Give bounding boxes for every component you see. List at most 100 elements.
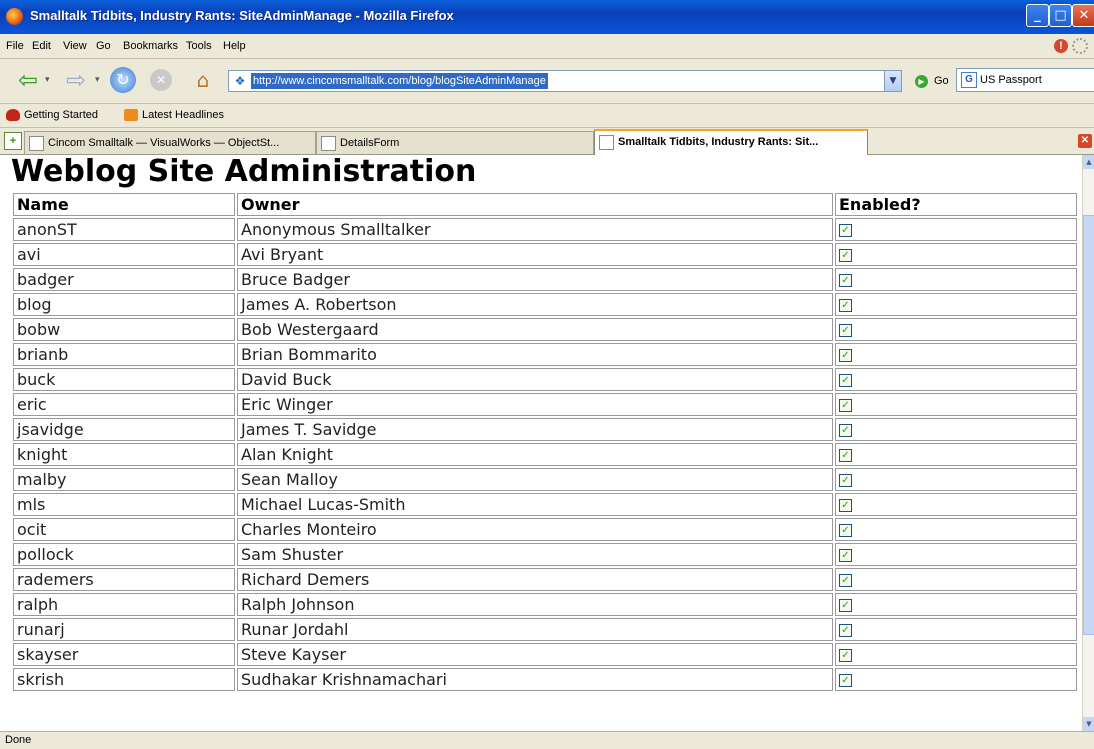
page-content: Weblog Site Administration Name Owner En… bbox=[0, 155, 1082, 731]
site-enabled-cell: ✓ bbox=[835, 668, 1077, 691]
enabled-checkbox[interactable]: ✓ bbox=[839, 649, 852, 662]
scrollbar-thumb[interactable] bbox=[1083, 215, 1094, 635]
table-row: anonST Anonymous Smalltalker ✓ bbox=[13, 218, 1077, 241]
address-bar[interactable]: ❖ http://www.cincomsmalltalk.com/blog/bl… bbox=[228, 70, 902, 92]
status-text: Done bbox=[5, 734, 32, 746]
enabled-checkbox[interactable]: ✓ bbox=[839, 349, 852, 362]
enabled-checkbox[interactable]: ✓ bbox=[839, 374, 852, 387]
table-row: buck David Buck ✓ bbox=[13, 368, 1077, 391]
scroll-down-arrow-icon[interactable]: ▼ bbox=[1083, 717, 1094, 731]
back-button[interactable]: ⇦ bbox=[14, 67, 42, 93]
close-window-button[interactable]: ✕ bbox=[1072, 4, 1094, 27]
address-dropdown-icon[interactable]: ▼ bbox=[884, 71, 901, 91]
enabled-checkbox[interactable]: ✓ bbox=[839, 499, 852, 512]
enabled-checkbox[interactable]: ✓ bbox=[839, 224, 852, 237]
enabled-checkbox[interactable]: ✓ bbox=[839, 249, 852, 262]
page-icon bbox=[321, 135, 336, 151]
table-row: skrish Sudhakar Krishnamachari ✓ bbox=[13, 668, 1077, 691]
site-name-cell: skrish bbox=[13, 668, 235, 691]
site-name-cell: mls bbox=[13, 493, 235, 516]
table-row: eric Eric Winger ✓ bbox=[13, 393, 1077, 416]
menu-go[interactable]: Go bbox=[96, 40, 111, 52]
bookmark-label: Getting Started bbox=[24, 109, 98, 121]
table-row: ocit Charles Monteiro ✓ bbox=[13, 518, 1077, 541]
menu-edit[interactable]: Edit bbox=[32, 40, 51, 52]
site-enabled-cell: ✓ bbox=[835, 218, 1077, 241]
tab-detailsform[interactable]: DetailsForm bbox=[316, 131, 594, 154]
enabled-checkbox[interactable]: ✓ bbox=[839, 399, 852, 412]
stop-button[interactable]: ✕ bbox=[150, 69, 172, 91]
site-owner-cell: Charles Monteiro bbox=[237, 518, 833, 541]
site-owner-cell: Sean Malloy bbox=[237, 468, 833, 491]
enabled-checkbox[interactable]: ✓ bbox=[839, 599, 852, 612]
maximize-button[interactable]: □ bbox=[1049, 4, 1072, 27]
table-row: jsavidge James T. Savidge ✓ bbox=[13, 418, 1077, 441]
back-history-dropdown-icon[interactable]: ▾ bbox=[45, 75, 50, 85]
home-button[interactable]: ⌂ bbox=[190, 67, 216, 93]
enabled-checkbox[interactable]: ✓ bbox=[839, 449, 852, 462]
tab-smalltalk-tidbits[interactable]: Smalltalk Tidbits, Industry Rants: Sit..… bbox=[594, 129, 868, 156]
go-arrow-icon: ▶ bbox=[915, 74, 928, 88]
site-owner-cell: Eric Winger bbox=[237, 393, 833, 416]
menu-bookmarks[interactable]: Bookmarks bbox=[123, 40, 178, 52]
update-alert-icon[interactable]: ! bbox=[1054, 39, 1068, 53]
forward-button[interactable]: ⇨ bbox=[62, 67, 90, 93]
site-owner-cell: Richard Demers bbox=[237, 568, 833, 591]
site-name-cell: buck bbox=[13, 368, 235, 391]
site-enabled-cell: ✓ bbox=[835, 618, 1077, 641]
enabled-checkbox[interactable]: ✓ bbox=[839, 424, 852, 437]
site-owner-cell: Anonymous Smalltalker bbox=[237, 218, 833, 241]
menu-help[interactable]: Help bbox=[223, 40, 246, 52]
forward-arrow-icon: ⇨ bbox=[65, 66, 87, 94]
vertical-scrollbar[interactable]: ▲ ▼ bbox=[1082, 155, 1094, 731]
go-label: Go bbox=[934, 75, 949, 87]
table-row: ralph Ralph Johnson ✓ bbox=[13, 593, 1077, 616]
bookmark-latest-headlines[interactable]: Latest Headlines bbox=[124, 109, 224, 122]
enabled-checkbox[interactable]: ✓ bbox=[839, 324, 852, 337]
search-input-value[interactable]: US Passport bbox=[980, 74, 1042, 86]
firefox-bookmark-icon bbox=[6, 109, 20, 122]
menu-tools[interactable]: Tools bbox=[186, 40, 212, 52]
table-row: runarj Runar Jordahl ✓ bbox=[13, 618, 1077, 641]
throbber-icon bbox=[1072, 38, 1088, 54]
site-name-cell: badger bbox=[13, 268, 235, 291]
enabled-checkbox[interactable]: ✓ bbox=[839, 624, 852, 637]
scroll-up-arrow-icon[interactable]: ▲ bbox=[1083, 155, 1094, 169]
site-name-cell: ralph bbox=[13, 593, 235, 616]
forward-history-dropdown-icon[interactable]: ▾ bbox=[95, 75, 100, 85]
site-enabled-cell: ✓ bbox=[835, 443, 1077, 466]
enabled-checkbox[interactable]: ✓ bbox=[839, 274, 852, 287]
bookmarks-toolbar: Getting Started Latest Headlines bbox=[0, 104, 1094, 128]
tab-bar: + Cincom Smalltalk — VisualWorks — Objec… bbox=[0, 128, 1094, 156]
site-owner-cell: Sam Shuster bbox=[237, 543, 833, 566]
firefox-icon bbox=[6, 8, 23, 25]
site-enabled-cell: ✓ bbox=[835, 368, 1077, 391]
menu-view[interactable]: View bbox=[63, 40, 87, 52]
menu-file[interactable]: File bbox=[6, 40, 24, 52]
site-name-cell: malby bbox=[13, 468, 235, 491]
enabled-checkbox[interactable]: ✓ bbox=[839, 674, 852, 687]
stop-icon: ✕ bbox=[155, 73, 167, 87]
reload-icon: ↻ bbox=[116, 70, 130, 89]
tab-cincom-smalltalk[interactable]: Cincom Smalltalk — VisualWorks — ObjectS… bbox=[24, 131, 316, 154]
enabled-checkbox[interactable]: ✓ bbox=[839, 549, 852, 562]
address-bar-url[interactable]: http://www.cincomsmalltalk.com/blog/blog… bbox=[251, 73, 548, 89]
rss-feed-icon bbox=[124, 109, 138, 122]
minimize-icon: _ bbox=[1034, 8, 1041, 23]
table-row: bobw Bob Westergaard ✓ bbox=[13, 318, 1077, 341]
new-tab-button[interactable]: + bbox=[4, 132, 22, 150]
enabled-checkbox[interactable]: ✓ bbox=[839, 299, 852, 312]
site-enabled-cell: ✓ bbox=[835, 568, 1077, 591]
search-engine-icon[interactable]: G bbox=[961, 72, 977, 89]
go-button[interactable]: ▶ Go bbox=[915, 72, 949, 90]
site-name-cell: eric bbox=[13, 393, 235, 416]
search-box[interactable]: G US Passport bbox=[956, 68, 1094, 92]
enabled-checkbox[interactable]: ✓ bbox=[839, 474, 852, 487]
bookmark-getting-started[interactable]: Getting Started bbox=[6, 109, 98, 122]
reload-button[interactable]: ↻ bbox=[110, 67, 136, 93]
enabled-checkbox[interactable]: ✓ bbox=[839, 574, 852, 587]
close-tab-button[interactable]: ✕ bbox=[1078, 134, 1092, 148]
site-owner-cell: Bob Westergaard bbox=[237, 318, 833, 341]
enabled-checkbox[interactable]: ✓ bbox=[839, 524, 852, 537]
minimize-button[interactable]: _ bbox=[1026, 4, 1049, 27]
